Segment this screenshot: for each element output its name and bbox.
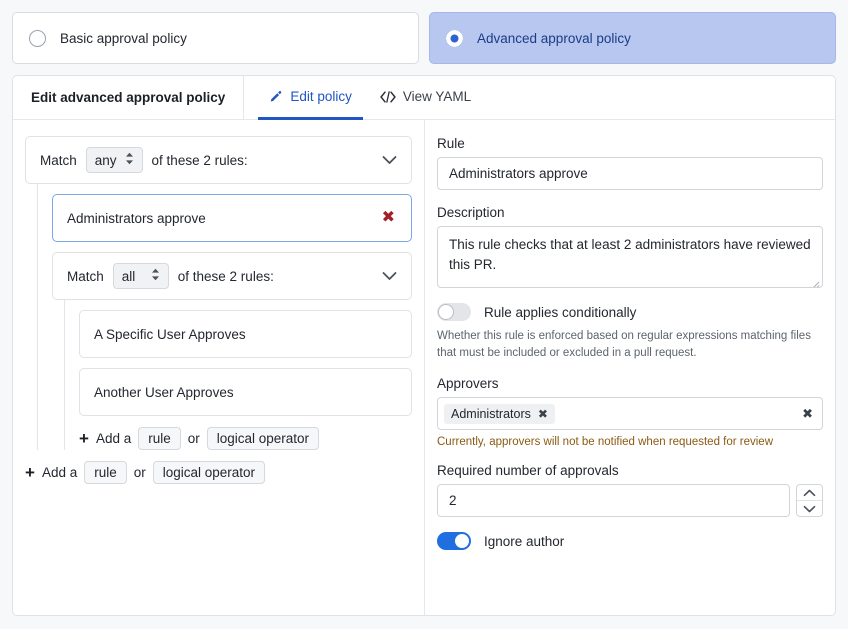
panel-tabbar: Edit advanced approval policy Edit polic… <box>13 76 835 120</box>
radio-label-basic: Basic approval policy <box>60 30 187 46</box>
approver-chip-label: Administrators <box>451 406 531 421</box>
stepper-decrement-button[interactable] <box>797 501 822 516</box>
rule-card-label: Another User Approves <box>94 384 234 400</box>
description-textarea[interactable]: This rule checks that at least 2 adminis… <box>437 226 823 288</box>
radio-label-advanced: Advanced approval policy <box>477 30 631 46</box>
rule-tree-column: Match any of these 2 rules: Administrato… <box>13 120 425 615</box>
nested-match-prefix: Match <box>67 268 104 284</box>
tab-view-yaml[interactable]: View YAML <box>369 76 482 120</box>
root-match-value: any <box>94 152 117 168</box>
rule-name-label: Rule <box>437 136 465 151</box>
tab-label-edit-policy: Edit policy <box>290 89 352 104</box>
root-children: Administrators approve ✖ Match all of th… <box>37 184 412 450</box>
conditional-help-text: Whether this rule is enforced based on r… <box>437 330 811 359</box>
updown-chevron-icon <box>151 268 160 284</box>
radio-card-advanced-approval-policy[interactable]: Advanced approval policy <box>429 12 836 64</box>
rule-card-administrators-approve[interactable]: Administrators approve ✖ <box>52 194 412 242</box>
approvals-count-row: 2 <box>437 484 823 518</box>
ignore-author-toggle[interactable] <box>437 532 471 551</box>
toggle-knob <box>438 304 454 320</box>
clear-approvers-icon[interactable]: ✖ <box>802 406 813 422</box>
add-rule-button-nested[interactable]: rule <box>138 427 181 450</box>
description-label: Description <box>437 205 505 220</box>
nested-match-select[interactable]: all <box>112 263 169 289</box>
approvers-label: Approvers <box>437 376 499 392</box>
nested-match-value: all <box>121 268 136 284</box>
rule-detail-form: Rule Administrators approve Description … <box>425 120 835 615</box>
approvers-warning-text: Currently, approvers will not be notifie… <box>437 436 774 449</box>
description-text: This rule checks that at least 2 adminis… <box>449 237 811 272</box>
add-row-root: + Add a rule or logical operator <box>25 461 412 484</box>
root-match-select[interactable]: any <box>85 147 143 173</box>
rule-card-label: A Specific User Approves <box>94 326 246 342</box>
delete-rule-icon[interactable]: ✖ <box>380 208 397 228</box>
add-logical-operator-button-root[interactable]: logical operator <box>152 461 266 484</box>
nested-match-group-header: Match all of these 2 rules: <box>52 252 412 300</box>
ignore-author-label: Ignore author <box>484 533 565 549</box>
radio-card-basic-approval-policy[interactable]: Basic approval policy <box>12 12 419 64</box>
add-prefix-label: Add a <box>95 431 132 446</box>
rule-card-label: Administrators approve <box>67 210 206 226</box>
approvers-input[interactable]: Administrators ✖ ✖ <box>437 397 823 431</box>
description-group: Description This rule checks that at lea… <box>437 205 823 288</box>
nested-match-suffix: of these 2 rules: <box>177 268 274 284</box>
approvals-count-label: Required number of approvals <box>437 463 619 479</box>
tab-list: Edit policy View YAML <box>244 76 482 120</box>
approvals-count-stepper <box>795 484 823 518</box>
advanced-policy-panel: Edit advanced approval policy Edit polic… <box>12 75 836 616</box>
tab-label-view-yaml: View YAML <box>402 89 472 104</box>
page-root: Basic approval policy Advanced approval … <box>0 0 848 629</box>
pencil-icon <box>269 90 283 104</box>
code-icon <box>380 90 396 104</box>
policy-type-selector: Basic approval policy Advanced approval … <box>12 12 836 64</box>
root-match-prefix: Match <box>40 152 77 168</box>
tab-edit-policy[interactable]: Edit policy <box>258 76 363 120</box>
root-match-group-header: Match any of these 2 rules: <box>25 136 412 184</box>
rule-card-another-user-approves[interactable]: Another User Approves <box>79 368 412 416</box>
approvers-group: Approvers Administrators ✖ ✖ Currently, … <box>437 376 823 448</box>
add-rule-button-root[interactable]: rule <box>84 461 127 484</box>
conditional-toggle[interactable] <box>437 303 471 321</box>
nested-children: A Specific User Approves Another User Ap… <box>64 300 412 450</box>
toggle-knob <box>454 533 470 550</box>
panel-body: Match any of these 2 rules: Administrato… <box>13 120 835 615</box>
remove-chip-icon[interactable]: ✖ <box>538 407 548 421</box>
rule-name-group: Rule Administrators approve <box>437 136 823 190</box>
radio-icon-selected <box>446 29 463 47</box>
add-logical-operator-button-nested[interactable]: logical operator <box>206 427 320 450</box>
conditional-group: Rule applies conditionally Whether this … <box>437 303 823 361</box>
collapse-chevron-down-icon-root[interactable] <box>382 155 397 165</box>
add-prefix-label: Add a <box>41 465 78 480</box>
radio-icon-unselected <box>29 29 46 47</box>
collapse-chevron-down-icon-nested[interactable] <box>382 271 397 281</box>
add-row-nested: + Add a rule or logical operator <box>79 427 412 450</box>
conditional-toggle-label: Rule applies conditionally <box>484 304 637 320</box>
plus-icon: + <box>25 463 35 482</box>
approver-chip-administrators[interactable]: Administrators ✖ <box>444 403 555 424</box>
root-match-suffix: of these 2 rules: <box>151 152 248 168</box>
or-label: or <box>187 431 200 446</box>
panel-title: Edit advanced approval policy <box>13 76 245 119</box>
rule-card-specific-user-approves[interactable]: A Specific User Approves <box>79 310 412 358</box>
conditional-toggle-row: Rule applies conditionally <box>437 303 823 321</box>
rule-name-input[interactable]: Administrators approve <box>437 157 823 190</box>
gap <box>52 242 412 252</box>
updown-chevron-icon <box>125 152 134 168</box>
plus-icon: + <box>79 429 89 448</box>
stepper-increment-button[interactable] <box>796 485 822 502</box>
approvals-count-group: Required number of approvals 2 <box>437 463 823 518</box>
approvals-count-input[interactable]: 2 <box>437 484 790 518</box>
or-label: or <box>133 465 146 480</box>
resize-handle-icon[interactable] <box>810 275 820 287</box>
ignore-author-row: Ignore author <box>437 532 823 551</box>
